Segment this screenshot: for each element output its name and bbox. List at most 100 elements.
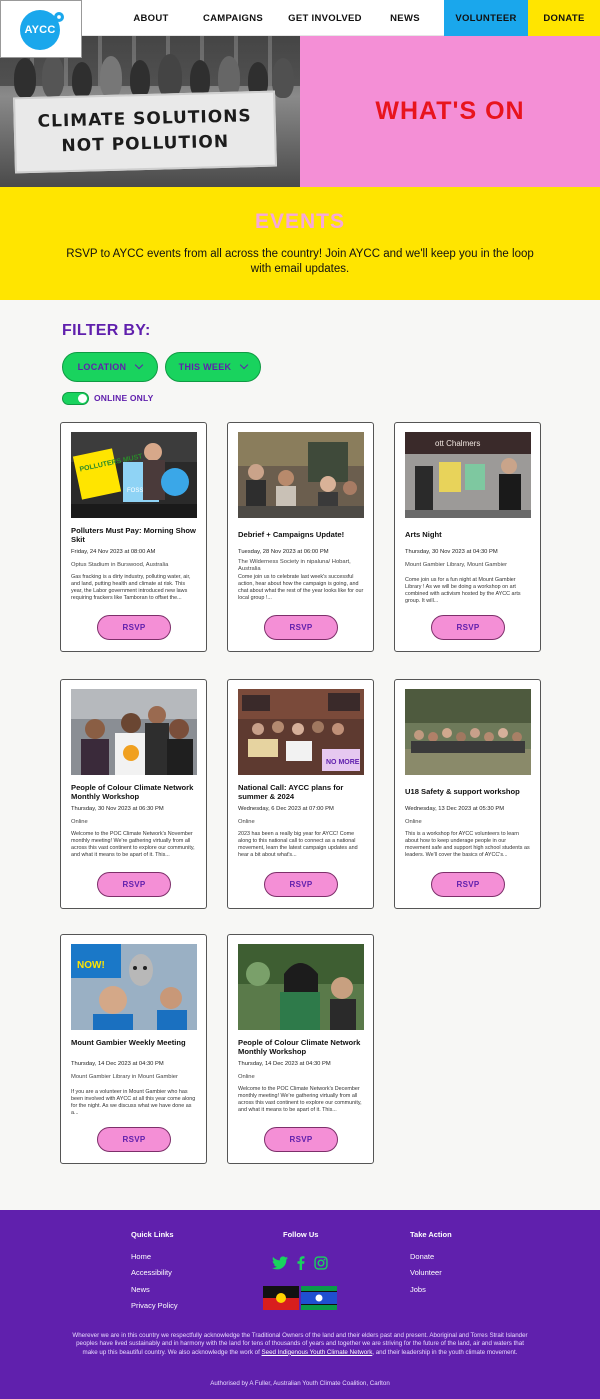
events-intro-text: RSVP to AYCC events from all across the … bbox=[66, 248, 534, 275]
aycc-logo: AYCC bbox=[20, 10, 64, 50]
footer-link-jobs[interactable]: Jobs bbox=[410, 1285, 426, 1294]
event-date: Thursday, 14 Dec 2023 at 04:30 PM bbox=[238, 1061, 331, 1067]
event-location: Online bbox=[238, 819, 255, 825]
event-card: Debrief + Campaigns Update! Tuesday, 28 … bbox=[227, 422, 374, 652]
event-location: The Wilderness Society in nipaluna/ Hoba… bbox=[238, 559, 351, 573]
event-card: NO MORE National Call: AYCC plans for su… bbox=[227, 679, 374, 909]
event-location: Mount Gambier Library in Mount Gambier bbox=[71, 1074, 178, 1080]
social-links bbox=[272, 1254, 332, 1272]
event-location: Online bbox=[238, 1074, 255, 1080]
nav-about[interactable]: ABOUT bbox=[126, 0, 176, 36]
follow-us-heading: Follow Us bbox=[283, 1230, 319, 1239]
nav-get-involved[interactable]: GET INVOLVED bbox=[286, 0, 364, 36]
instagram-icon[interactable] bbox=[314, 1256, 328, 1270]
event-date: Thursday, 30 Nov 2023 at 04:30 PM bbox=[405, 549, 498, 555]
event-title: Debrief + Campaigns Update! bbox=[238, 530, 345, 539]
filter-heading: FILTER BY: bbox=[62, 322, 151, 339]
event-photo bbox=[71, 689, 197, 775]
hero-person bbox=[14, 58, 36, 98]
logo-link[interactable]: AYCC bbox=[0, 0, 82, 58]
online-only-toggle[interactable] bbox=[62, 392, 89, 405]
online-only-label: ONLINE ONLY bbox=[94, 393, 154, 403]
rsvp-button[interactable]: RSVP bbox=[264, 872, 338, 897]
sign-text: NO MORE bbox=[326, 759, 360, 766]
facebook-icon[interactable] bbox=[297, 1256, 305, 1270]
twitter-icon[interactable] bbox=[272, 1256, 288, 1270]
aboriginal-flag-icon bbox=[263, 1286, 299, 1310]
events-heading: EVENTS bbox=[254, 210, 346, 233]
nav-campaigns[interactable]: CAMPAIGNS bbox=[199, 0, 267, 36]
hero-person bbox=[100, 56, 122, 98]
footer-link-home[interactable]: Home bbox=[131, 1252, 151, 1261]
hero-person bbox=[130, 60, 150, 98]
hero-person bbox=[272, 58, 294, 98]
event-photo bbox=[238, 432, 364, 518]
storefront-sign: ott Chalmers bbox=[435, 439, 480, 448]
hero-person bbox=[158, 54, 182, 98]
page-title: WHAT'S ON bbox=[375, 97, 525, 125]
footer-link-privacy[interactable]: Privacy Policy bbox=[131, 1301, 178, 1310]
event-title: Arts Night bbox=[405, 530, 442, 539]
event-card: POLLUTERS MUST PAY FOSSIL Polluters Must… bbox=[60, 422, 207, 652]
footer-link-volunteer[interactable]: Volunteer bbox=[410, 1268, 442, 1277]
hero-photo: CLIMATE SOLUTIONS NOT POLLUTION bbox=[0, 36, 300, 187]
event-location: Mount Gambier Library, Mount Gambier bbox=[405, 562, 508, 568]
event-description: Come join us to celebrate last week's su… bbox=[238, 574, 364, 602]
take-action-heading: Take Action bbox=[410, 1230, 452, 1239]
event-photo bbox=[238, 944, 364, 1030]
nav-donate-button[interactable]: DONATE bbox=[528, 0, 600, 36]
event-date: Tuesday, 28 Nov 2023 at 06:00 PM bbox=[238, 549, 329, 555]
event-description: If you are a volunteer in Mount Gambier … bbox=[71, 1089, 196, 1117]
rsvp-button[interactable]: RSVP bbox=[264, 1127, 338, 1152]
rsvp-button[interactable]: RSVP bbox=[97, 872, 171, 897]
rsvp-button[interactable]: RSVP bbox=[97, 1127, 171, 1152]
event-photo: POLLUTERS MUST PAY FOSSIL bbox=[71, 432, 197, 518]
event-date: Thursday, 30 Nov 2023 at 06:30 PM bbox=[71, 806, 164, 812]
event-card: People of Colour Climate Network Monthly… bbox=[60, 679, 207, 909]
rsvp-button[interactable]: RSVP bbox=[97, 615, 171, 640]
event-card: NOW! Mount Gambier Weekly Meeting Thursd… bbox=[60, 934, 207, 1164]
hero-person bbox=[42, 54, 64, 98]
event-photo: NO MORE bbox=[238, 689, 364, 775]
event-description: Come join us for a fun night at Mount Ga… bbox=[405, 577, 521, 605]
hero-person bbox=[72, 62, 92, 98]
toggle-knob bbox=[78, 394, 87, 403]
footer-link-donate[interactable]: Donate bbox=[410, 1252, 434, 1261]
event-description: 2023 has been a really big year for AYCC… bbox=[238, 831, 358, 859]
event-title: Mount Gambier Weekly Meeting bbox=[71, 1038, 186, 1047]
event-photo: NOW! bbox=[71, 944, 197, 1030]
rsvp-button[interactable]: RSVP bbox=[431, 872, 505, 897]
banner-text-line: NOT POLLUTION bbox=[61, 131, 230, 157]
event-date: Wednesday, 13 Dec 2023 at 05:30 PM bbox=[405, 806, 505, 812]
event-date: Friday, 24 Nov 2023 at 08:00 AM bbox=[71, 549, 156, 555]
location-filter-dropdown[interactable]: LOCATION bbox=[62, 352, 158, 382]
event-title: People of Colour Climate Network Monthly… bbox=[238, 1038, 361, 1057]
event-title: Polluters Must Pay: Morning Show Skit bbox=[71, 526, 196, 545]
date-filter-label: THIS WEEK bbox=[178, 362, 232, 372]
quick-links-heading: Quick Links bbox=[131, 1230, 174, 1239]
event-card: People of Colour Climate Network Monthly… bbox=[227, 934, 374, 1164]
event-location: Online bbox=[71, 819, 88, 825]
rsvp-button[interactable]: RSVP bbox=[264, 615, 338, 640]
chevron-down-icon bbox=[240, 360, 249, 370]
site-footer: Quick Links Home Accessibility News Priv… bbox=[0, 1210, 600, 1399]
footer-link-news[interactable]: News bbox=[131, 1285, 150, 1294]
event-title: People of Colour Climate Network Monthly… bbox=[71, 783, 194, 802]
nav-volunteer-button[interactable]: VOLUNTEER bbox=[444, 0, 528, 36]
rsvp-button[interactable]: RSVP bbox=[431, 615, 505, 640]
logo-text: AYCC bbox=[24, 24, 56, 36]
nav-news[interactable]: NEWS bbox=[384, 0, 426, 36]
event-location: Optus Stadium in Burswood, Australia bbox=[71, 562, 169, 568]
sign-text: NOW! bbox=[77, 960, 105, 971]
event-description: This is a workshop for AYCC volunteers t… bbox=[405, 831, 530, 859]
event-description: Welcome to the POC Climate Network's Dec… bbox=[238, 1086, 362, 1114]
event-description: Gas fracking is a dirty industry, pollut… bbox=[71, 574, 191, 602]
date-filter-dropdown[interactable]: THIS WEEK bbox=[165, 352, 261, 382]
chevron-down-icon bbox=[135, 360, 144, 370]
seed-network-link[interactable]: Seed Indigenous Youth Climate Network bbox=[262, 1349, 373, 1356]
event-date: Wednesday, 6 Dec 2023 at 07:00 PM bbox=[238, 806, 334, 812]
event-card: ott Chalmers Arts Night Thursday, 30 Nov… bbox=[394, 422, 541, 652]
top-navigation: ABOUT CAMPAIGNS GET INVOLVED NEWS VOLUNT… bbox=[0, 0, 600, 36]
footer-link-accessibility[interactable]: Accessibility bbox=[131, 1268, 172, 1277]
event-location: Online bbox=[405, 819, 422, 825]
